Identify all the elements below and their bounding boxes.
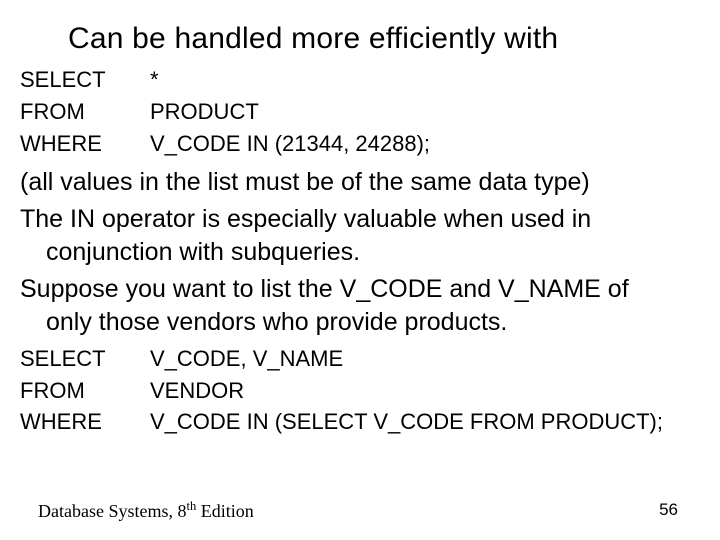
sql-keyword: SELECT xyxy=(20,64,150,96)
sql-arg: VENDOR xyxy=(150,375,700,407)
slide-title: Can be handled more efficiently with xyxy=(68,22,700,56)
sql-keyword: SELECT xyxy=(20,343,150,375)
footer-sup: th xyxy=(186,499,196,513)
sql-keyword: FROM xyxy=(20,96,150,128)
page-number: 56 xyxy=(659,500,678,520)
slide: Can be handled more efficiently with SEL… xyxy=(0,0,720,540)
sql-arg: * xyxy=(150,64,700,96)
sql-arg: PRODUCT xyxy=(150,96,700,128)
body-line: Suppose you want to list the V_CODE and … xyxy=(20,275,629,303)
sql-block-2: SELECT V_CODE, V_NAME FROM VENDOR WHERE … xyxy=(20,343,700,439)
body-line-indent: only those vendors who provide products. xyxy=(46,306,700,339)
sql-block-1: SELECT * FROM PRODUCT WHERE V_CODE IN (2… xyxy=(20,64,700,160)
sql-arg: V_CODE, V_NAME xyxy=(150,343,700,375)
footer-part-b: Edition xyxy=(196,501,254,521)
body-line-indent: conjunction with subqueries. xyxy=(46,236,700,269)
footer-text: Database Systems, 8th Edition xyxy=(38,499,254,522)
sql-keyword: WHERE xyxy=(20,128,150,160)
sql-arg: V_CODE IN (SELECT V_CODE FROM PRODUCT); xyxy=(150,406,700,438)
sql-keyword: WHERE xyxy=(20,406,150,438)
sql-keyword: FROM xyxy=(20,375,150,407)
footer-part-a: Database Systems, 8 xyxy=(38,501,186,521)
body-paragraph-3: Suppose you want to list the V_CODE and … xyxy=(20,273,700,339)
body-line: The IN operator is especially valuable w… xyxy=(20,205,591,233)
body-paragraph-2: The IN operator is especially valuable w… xyxy=(20,203,700,269)
sql-arg: V_CODE IN (21344, 24288); xyxy=(150,128,700,160)
body-paragraph-1: (all values in the list must be of the s… xyxy=(20,166,700,199)
